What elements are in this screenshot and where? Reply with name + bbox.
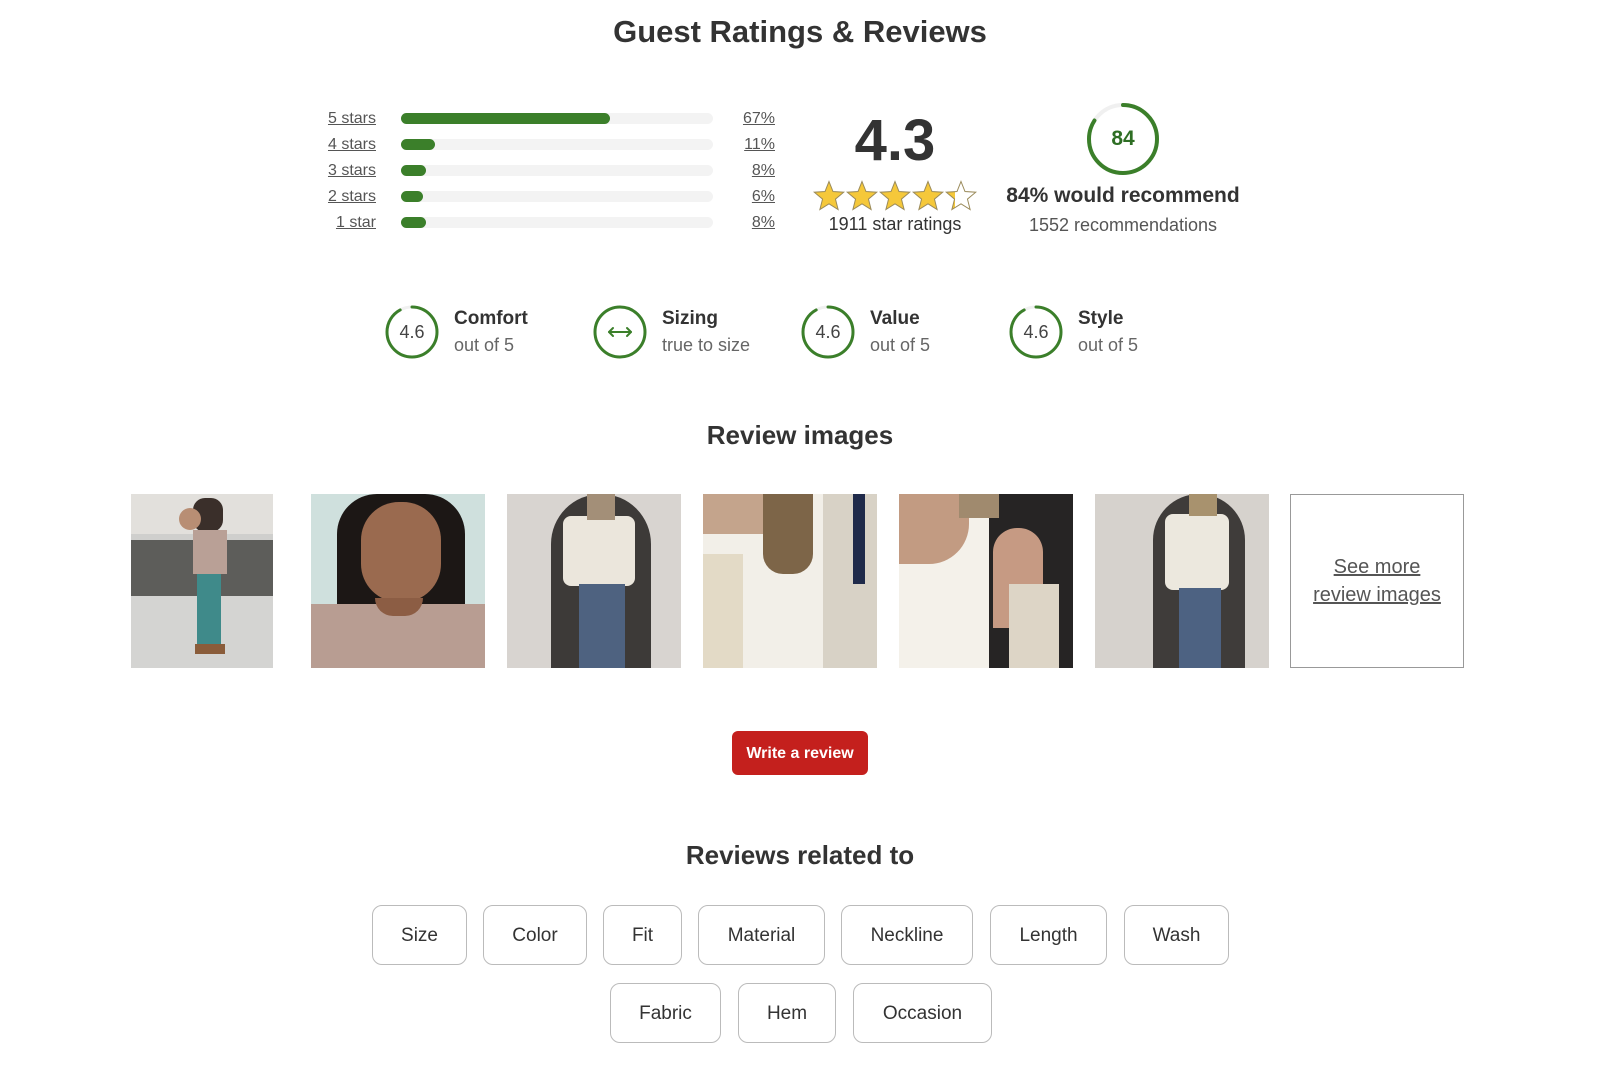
review-images-heading: Review images <box>706 420 894 450</box>
sizing-ring <box>593 305 647 359</box>
related-chip-neckline[interactable]: Neckline <box>841 905 973 965</box>
star-filled-icon <box>845 180 879 211</box>
distribution-row-2[interactable]: 2 stars 6% <box>310 184 790 210</box>
distribution-percent[interactable]: 8% <box>725 210 775 236</box>
arrows-horizontal-icon <box>608 327 632 337</box>
star-rating <box>812 180 978 211</box>
distribution-label[interactable]: 3 stars <box>310 158 376 184</box>
overall-rating-score: 4.3 <box>854 108 936 173</box>
star-filled-icon <box>812 180 846 211</box>
recommend-headline: 84% would recommend <box>1006 184 1240 207</box>
page-title: Guest Ratings & Reviews <box>613 14 987 49</box>
attribute-subtitle: true to size <box>662 335 751 355</box>
distribution-percent[interactable]: 8% <box>725 158 775 184</box>
see-more-label[interactable]: See more review images <box>1307 553 1447 609</box>
attribute-subtitle: out of 5 <box>1078 335 1139 355</box>
distribution-percent[interactable]: 67% <box>725 106 775 132</box>
related-chip-wash[interactable]: Wash <box>1124 905 1229 965</box>
distribution-row-5[interactable]: 5 stars 67% <box>310 106 790 132</box>
distribution-label[interactable]: 4 stars <box>310 132 376 158</box>
distribution-row-1[interactable]: 1 star 8% <box>310 210 790 236</box>
star-ratings-count: 1911 star ratings <box>828 214 962 234</box>
distribution-row-3[interactable]: 3 stars 8% <box>310 158 790 184</box>
review-image-thumbnail[interactable] <box>131 494 273 668</box>
write-review-button[interactable]: Write a review <box>732 731 868 775</box>
distribution-bar-fill <box>401 113 611 124</box>
related-chip-fit[interactable]: Fit <box>603 905 682 965</box>
reviews-related-heading: Reviews related to <box>685 840 915 870</box>
distribution-bar-fill <box>401 217 426 228</box>
review-image-thumbnail[interactable] <box>1095 494 1269 668</box>
review-image-thumbnail[interactable] <box>899 494 1073 668</box>
distribution-bar[interactable] <box>401 113 713 124</box>
related-chip-length[interactable]: Length <box>990 905 1107 965</box>
attribute-title: Style <box>1078 308 1124 329</box>
distribution-percent[interactable]: 11% <box>725 132 775 158</box>
related-chip-color[interactable]: Color <box>483 905 587 965</box>
related-chip-size[interactable]: Size <box>372 905 467 965</box>
review-image-thumbnail[interactable] <box>507 494 681 668</box>
distribution-bar[interactable] <box>401 217 713 228</box>
related-chip-occasion[interactable]: Occasion <box>853 983 992 1043</box>
style-rating-value: 4.6 <box>1023 322 1049 342</box>
star-partial-icon <box>944 180 978 211</box>
review-image-thumbnail[interactable] <box>703 494 877 668</box>
rating-distribution: 5 stars 67% 4 stars 11% 3 stars 8% 2 sta… <box>310 106 790 236</box>
recommend-ring-value: 84 <box>1111 127 1135 150</box>
related-chip-fabric[interactable]: Fabric <box>610 983 721 1043</box>
attribute-subtitle: out of 5 <box>870 335 931 355</box>
distribution-bar-fill <box>401 191 423 202</box>
comfort-rating-value: 4.6 <box>399 322 425 342</box>
recommendations-count: 1552 recommendations <box>1028 215 1218 235</box>
distribution-percent[interactable]: 6% <box>725 184 775 210</box>
review-image-thumbnail[interactable] <box>311 494 485 668</box>
star-filled-icon <box>911 180 945 211</box>
distribution-bar-fill <box>401 165 426 176</box>
star-filled-icon <box>878 180 912 211</box>
related-chip-material[interactable]: Material <box>698 905 825 965</box>
distribution-bar[interactable] <box>401 191 713 202</box>
see-more-review-images-link[interactable]: See more review images <box>1290 494 1464 668</box>
distribution-label[interactable]: 2 stars <box>310 184 376 210</box>
distribution-bar[interactable] <box>401 165 713 176</box>
attribute-title: Sizing <box>662 308 718 329</box>
attribute-title: Value <box>870 308 920 329</box>
distribution-bar[interactable] <box>401 139 713 150</box>
distribution-label[interactable]: 1 star <box>310 210 376 236</box>
distribution-label[interactable]: 5 stars <box>310 106 376 132</box>
distribution-row-4[interactable]: 4 stars 11% <box>310 132 790 158</box>
attribute-title: Comfort <box>454 308 528 329</box>
distribution-bar-fill <box>401 139 436 150</box>
related-chip-hem[interactable]: Hem <box>738 983 836 1043</box>
value-rating-value: 4.6 <box>815 322 841 342</box>
attribute-subtitle: out of 5 <box>454 335 515 355</box>
